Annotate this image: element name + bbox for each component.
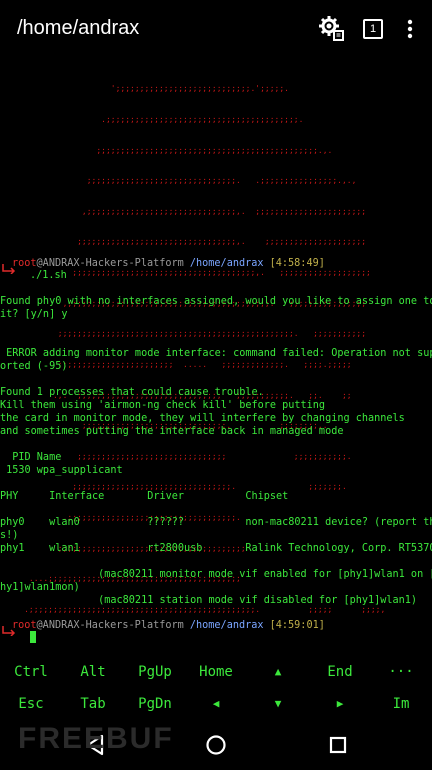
key-more[interactable]: ··· [370, 656, 432, 688]
art-line: ;;;;;;;;;;;;;;;;;;;;;;;;;;;;;;;. .;;;;;;… [0, 176, 357, 186]
home-icon[interactable] [196, 729, 236, 761]
key-tab[interactable]: Tab [62, 688, 124, 720]
output-line: s!) [0, 530, 19, 541]
app-bar: /home/andrax 1 [0, 0, 432, 60]
output-line: Found 1 processes that could cause troub… [0, 387, 264, 398]
art-line: .;;;;;;;;;;;;;;;;;;;;;;;;;;;;;;;;;;;;;;;… [0, 115, 304, 125]
key-ctrl[interactable]: Ctrl [0, 656, 62, 688]
terminal-view[interactable]: ';;;;;;;;;;;;;;;;;;;;;;;;;;;;.';;;;;. .;… [0, 60, 432, 656]
key-home[interactable]: Home [185, 656, 247, 688]
key-end[interactable]: End [309, 656, 371, 688]
prompt-host: @ANDRAX-Hackers-Platform [36, 258, 184, 269]
key-pgup[interactable]: PgUp [124, 656, 186, 688]
output-line: (mac80211 monitor mode vif enabled for [… [0, 569, 432, 580]
key-alt[interactable]: Alt [62, 656, 124, 688]
prompt-host: @ANDRAX-Hackers-Platform [36, 620, 184, 631]
art-line: ;;;;;;;;;;;;;;;;;;;;;;;;;;;;;;;;;,. ;;;;… [0, 237, 367, 247]
output-line: orted (-95) [0, 361, 68, 372]
sessions-count: 1 [363, 19, 383, 39]
output-line: (mac80211 station mode vif disabled for … [0, 595, 418, 606]
art-line: ';;;;;;;;;;;;;;;;;;;;;;;;;;;;.';;;;;. [0, 84, 289, 94]
sessions-count-button[interactable]: 1 [358, 14, 388, 44]
key-pgdn[interactable]: PgDn [124, 688, 186, 720]
art-line: ;;;;;;;;;;;;;;;;;;;;;;;;;;;;;;;;;;;;;;;;… [0, 329, 367, 339]
output-line: and sometimes putting the interface back… [0, 426, 344, 437]
key-up-arrow[interactable]: ▲ [247, 656, 309, 688]
overflow-menu-icon[interactable] [395, 14, 425, 44]
terminal-cursor[interactable] [30, 631, 36, 645]
prompt-time: [4:59:01] [269, 620, 325, 631]
window-title: /home/andrax [17, 17, 140, 39]
session-settings-icon[interactable] [317, 14, 347, 44]
art-line: ;;;;;;;;;;;;;;;;;;;;;;;;;;;;;;; ;;;;;;;;… [0, 451, 352, 461]
output-line: ERROR adding monitor mode interface: com… [0, 348, 432, 359]
output-line: the card in monitor mode, they will inte… [0, 413, 405, 424]
art-line: ,;;;;;;;;;;;;;;;;;;;;;;;;;;;;;;;,. ;;;;;… [0, 206, 367, 216]
extra-keys-bar: Ctrl Alt PgUp Home ▲ End ··· Esc Tab PgD… [0, 656, 432, 720]
output-line: PHY Interface Driver Chipset [0, 491, 289, 502]
watermark: FREEBUF [18, 722, 174, 755]
output-line: phy0 wlan0 ?????? non-mac80211 device? (… [0, 517, 432, 528]
key-ime[interactable]: Im [370, 688, 432, 720]
prompt-arrow-icon [2, 626, 16, 636]
output-line: Found phy0 with no interfaces assigned, … [0, 296, 432, 307]
prompt-time: [4:58:49] [269, 258, 325, 269]
output-line: Kill them using 'airmon-ng check kill' b… [0, 400, 326, 411]
prompt-path: /home/andrax [189, 620, 264, 631]
art-line: ;;;;;;;;;;;;;;;;;;;;;;;;;;;;;;;;;;;;;;;;… [0, 145, 333, 155]
prompt-line: root@ANDRAX-Hackers-Platform /home/andra… [12, 619, 325, 632]
command-text: ./1.sh [30, 270, 67, 281]
key-left-arrow[interactable]: ◀ [185, 688, 247, 720]
key-down-arrow[interactable]: ▼ [247, 688, 309, 720]
output-line: hy1]wlan1mon) [0, 582, 80, 593]
prompt-arrow-icon [2, 264, 16, 274]
output-line: phy1 wlan1 rt2800usb Ralink Technology, … [0, 543, 432, 554]
recents-icon[interactable] [318, 729, 358, 761]
output-line: PID Name [0, 452, 62, 463]
output-line: 1530 wpa_supplicant [0, 465, 123, 476]
prompt-path: /home/andrax [189, 258, 264, 269]
output-line: it? [y/n] y [0, 309, 68, 320]
key-right-arrow[interactable]: ▶ [309, 688, 371, 720]
key-esc[interactable]: Esc [0, 688, 62, 720]
